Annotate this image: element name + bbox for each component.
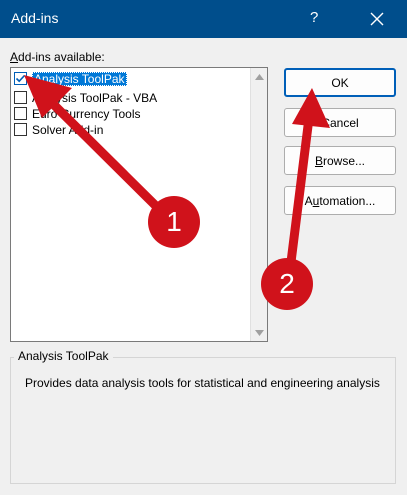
title-bar: Add-ins ?: [0, 0, 407, 38]
list-item-euro-currency-tools[interactable]: Euro Currency Tools: [13, 105, 249, 122]
window-title: Add-ins: [11, 10, 59, 26]
checkmark-icon: [15, 74, 26, 83]
list-item-analysis-toolpak-vba[interactable]: Analysis ToolPak - VBA: [13, 89, 249, 106]
annotation-badge-1: 1: [148, 196, 200, 248]
checkbox-analysis-toolpak[interactable]: [14, 72, 27, 85]
checkbox-solver-addin[interactable]: [14, 123, 27, 136]
ok-button[interactable]: OK: [284, 68, 396, 97]
list-item-label: Solver Add-in: [32, 122, 104, 137]
addins-available-label: Add-ins available:: [10, 50, 105, 64]
list-item-label: Euro Currency Tools: [32, 106, 141, 121]
scroll-down-button[interactable]: [251, 324, 268, 341]
addins-listbox[interactable]: Analysis ToolPak Analysis ToolPak - VBA …: [10, 67, 268, 342]
help-button[interactable]: ?: [310, 9, 318, 26]
scroll-up-button[interactable]: [251, 68, 268, 85]
cancel-button[interactable]: Cancel: [284, 108, 396, 137]
close-button[interactable]: [362, 4, 392, 34]
list-item-analysis-toolpak[interactable]: Analysis ToolPak: [13, 70, 249, 87]
triangle-down-icon: [255, 329, 264, 336]
annotation-badge-2: 2: [261, 258, 313, 310]
browse-button[interactable]: Browse...: [284, 146, 396, 175]
close-icon: [370, 12, 384, 26]
addin-description: Provides data analysis tools for statist…: [25, 376, 380, 390]
list-item-label: Analysis ToolPak: [32, 71, 127, 86]
vertical-scrollbar[interactable]: [250, 68, 267, 341]
list-item-label: Analysis ToolPak - VBA: [32, 90, 158, 105]
addin-details-title: Analysis ToolPak: [14, 349, 113, 363]
triangle-up-icon: [255, 73, 264, 80]
automation-button[interactable]: Au tomation...: [284, 186, 396, 215]
list-item-solver-addin[interactable]: Solver Add-in: [13, 121, 249, 138]
checkbox-analysis-toolpak-vba[interactable]: [14, 91, 27, 104]
checkbox-euro-currency-tools[interactable]: [14, 107, 27, 120]
